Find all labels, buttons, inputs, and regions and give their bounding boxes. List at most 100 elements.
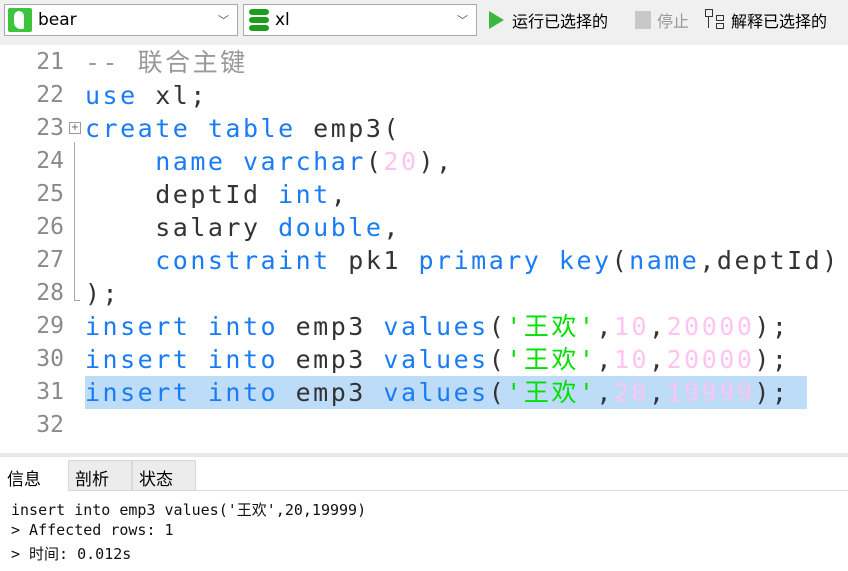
text-token: (	[488, 345, 507, 374]
text-token: ,	[649, 312, 667, 341]
text-token: );	[754, 345, 790, 374]
chevron-down-icon: ﹀	[218, 14, 229, 27]
code-text: create table emp3(	[85, 112, 401, 145]
output-time: > 时间: 0.012s	[11, 545, 132, 563]
fold-toggle-icon[interactable]: +	[69, 122, 81, 134]
text-token: ,	[383, 213, 401, 242]
run-selected-button[interactable]: 运行已选择的	[489, 8, 608, 32]
comment-token: -- 联合主键	[85, 48, 248, 77]
line-number: 32	[36, 412, 64, 438]
string-token: '王欢'	[506, 345, 597, 374]
output-query: insert into emp3 values('王欢',20,19999)	[11, 501, 367, 519]
code-line[interactable]: 29 insert into emp3 values('王欢',10,20000)…	[0, 310, 848, 343]
explain-tree-icon	[705, 9, 727, 31]
line-number: 30	[36, 346, 64, 372]
text-token: ,	[596, 378, 614, 407]
text-token: emp3	[278, 312, 384, 341]
text-token: xl;	[137, 81, 208, 110]
database-select[interactable]: xl ﹀	[243, 4, 477, 36]
text-token: );	[754, 312, 790, 341]
text-token: ),	[418, 147, 454, 176]
code-text: deptId int,	[85, 178, 348, 211]
line-number: 27	[36, 247, 64, 273]
code-line[interactable]: 30 insert into emp3 values('王欢',10,20000)…	[0, 343, 848, 376]
text-token: );	[754, 378, 790, 407]
text-token: deptId	[85, 180, 279, 209]
code-line[interactable]: 26 salary double,	[0, 211, 848, 244]
text-token: ,	[649, 345, 667, 374]
toolbar: bear ﹀ xl ﹀ 运行已选择的 停止 解释已选择的	[0, 0, 848, 45]
keyword-token: insert into	[85, 378, 279, 407]
code-line[interactable]: 22 use xl;	[0, 79, 848, 112]
code-line[interactable]: 21 -- 联合主键	[0, 46, 848, 79]
line-number: 31	[36, 379, 64, 405]
code-line[interactable]: 23 + create table emp3(	[0, 112, 848, 145]
text-token: emp3(	[295, 114, 401, 143]
output-affected-rows: > Affected rows: 1	[11, 521, 174, 539]
text-token: emp3	[278, 378, 384, 407]
code-line[interactable]: 27 constraint pk1 primary key(name,deptI…	[0, 244, 848, 277]
text-token: (	[488, 378, 507, 407]
explain-selected-button[interactable]: 解释已选择的	[705, 8, 827, 32]
line-number: 23	[36, 115, 64, 141]
code-line[interactable]: 32	[0, 409, 848, 442]
code-text: insert into emp3 values('王欢',20,19999);	[85, 376, 808, 409]
line-number: 21	[36, 49, 64, 75]
number-token: 20	[613, 378, 650, 407]
code-line[interactable]: 28);	[0, 277, 848, 310]
code-text: name varchar(20),	[85, 145, 454, 178]
line-number: 29	[36, 313, 64, 339]
sql-editor[interactable]: 21 -- 联合主键 22 use xl; 23 + create table emp3(2…	[0, 45, 848, 453]
text-token: emp3	[278, 345, 384, 374]
play-icon	[489, 11, 504, 29]
result-tabs: 信息 剖析 状态	[0, 460, 848, 491]
text-token: ,	[649, 378, 667, 407]
keyword-token: use	[85, 81, 138, 110]
code-line[interactable]: 24 name varchar(20),	[0, 145, 848, 178]
code-text: -- 联合主键	[85, 46, 248, 79]
explain-selected-label: 解释已选择的	[731, 12, 828, 31]
text-token: ,	[596, 345, 614, 374]
code-text: constraint pk1 primary key(name,deptId)	[85, 244, 840, 277]
connection-select[interactable]: bear ﹀	[4, 4, 238, 36]
connection-name: bear	[38, 10, 77, 30]
tab-status[interactable]: 状态	[132, 460, 196, 491]
number-token: 19999	[666, 378, 755, 407]
line-number: 25	[36, 181, 64, 207]
stop-label: 停止	[657, 12, 690, 31]
keyword-token: values	[383, 378, 489, 407]
code-text: );	[85, 277, 120, 310]
line-number: 22	[36, 82, 64, 108]
keyword-token: insert into	[85, 312, 279, 341]
line-number: 24	[36, 148, 64, 174]
keyword-token: primary key	[418, 246, 612, 275]
keyword-token: constraint	[155, 246, 331, 275]
keyword-token: insert into	[85, 345, 279, 374]
keyword-token: double	[278, 213, 384, 242]
keyword-token: values	[383, 345, 489, 374]
tab-profile[interactable]: 剖析	[68, 460, 132, 491]
code-line[interactable]: 25 deptId int,	[0, 178, 848, 211]
text-token: );	[85, 279, 121, 308]
run-selected-label: 运行已选择的	[512, 12, 609, 31]
text-token: (	[365, 147, 384, 176]
number-token: 20000	[666, 312, 755, 341]
string-token: '王欢'	[506, 378, 597, 407]
keyword-token: values	[383, 312, 489, 341]
database-name: xl	[275, 10, 290, 30]
text-token: (	[611, 246, 630, 275]
code-line[interactable]: 31 insert into emp3 values('王欢',20,19999)…	[0, 376, 848, 409]
result-panel: 信息 剖析 状态 insert into emp3 values('王欢',20…	[0, 453, 848, 571]
code-text: insert into emp3 values('王欢',10,20000);	[85, 343, 789, 376]
keyword-token: int	[278, 180, 331, 209]
database-icon	[249, 9, 269, 31]
chevron-down-icon: ﹀	[457, 14, 468, 27]
code-text: use xl;	[85, 79, 208, 112]
stop-button[interactable]: 停止	[635, 8, 689, 32]
number-token: 20	[383, 147, 419, 176]
text-token: ,deptId)	[699, 246, 840, 275]
tab-info[interactable]: 信息	[0, 460, 68, 491]
mysql-dolphin-icon	[8, 8, 32, 32]
